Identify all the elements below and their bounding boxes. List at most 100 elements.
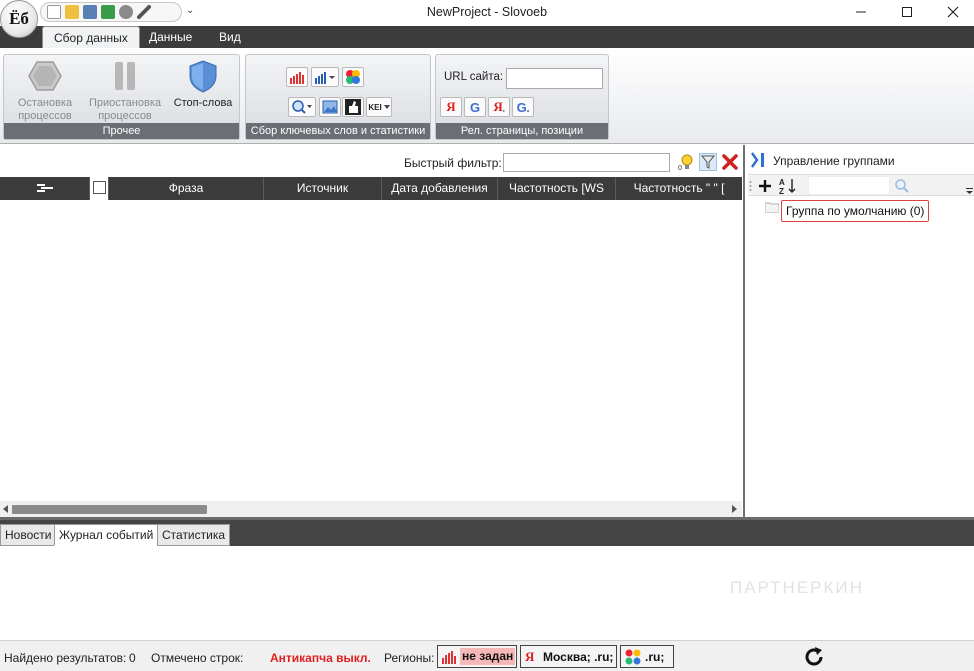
folder-icon (764, 201, 780, 214)
group-panel-title: Управление группами (773, 154, 895, 168)
select-all-checkbox[interactable] (92, 181, 106, 194)
yandex-positions-button[interactable]: Я₀ (488, 97, 510, 117)
clear-filter-button[interactable] (721, 153, 739, 171)
red-bars-icon (290, 72, 304, 84)
blue-bars-icon (315, 72, 335, 84)
quick-filter-label: Быстрый фильтр: (404, 156, 502, 170)
red-bars-icon (442, 651, 456, 664)
region-wordstat[interactable]: не задан (437, 645, 517, 668)
url-input[interactable] (506, 68, 603, 89)
minimize-icon (856, 11, 866, 13)
quick-filter-input[interactable] (503, 153, 670, 172)
scrollbar-thumb[interactable] (12, 505, 207, 514)
pause-icon (115, 62, 135, 90)
scroll-left-icon[interactable] (2, 505, 10, 513)
tab-collect-data[interactable]: Сбор данных (42, 26, 140, 48)
sort-az-icon: A Z (779, 178, 796, 196)
column-chooser-icon (36, 184, 53, 192)
anticaptcha-status[interactable]: Антикапча выкл. (270, 651, 371, 665)
minimize-button[interactable] (838, 0, 884, 24)
refresh-icon[interactable] (802, 645, 826, 669)
svg-text:0: 0 (678, 165, 682, 171)
tree-item-default-group[interactable]: Группа по умолчанию (0) (781, 200, 930, 222)
scroll-right-icon[interactable] (730, 505, 738, 513)
svg-text:Z: Z (779, 187, 784, 195)
region-yandex-value: Москва; .ru; (543, 650, 614, 664)
funnel-icon (700, 155, 716, 169)
region-yandex[interactable]: Я Москва; .ru; (520, 645, 617, 668)
yandex-relevant-button[interactable]: Я (440, 97, 462, 117)
image-stats-button[interactable] (319, 97, 341, 117)
thumbs-up-icon (345, 99, 361, 115)
ribbon-tab-strip: Сбор данных Данные Вид (0, 26, 974, 48)
close-button[interactable] (930, 0, 974, 24)
group-search-input[interactable] (808, 176, 890, 195)
column-frequency-ws[interactable]: Частотность [WS (498, 177, 616, 200)
sort-groups-button[interactable]: A Z (778, 177, 798, 196)
kei-label: KEI (368, 102, 382, 112)
ribbon-group-rel: URL сайта: Я G Я₀ G₀ Рел. страницы, пози… (435, 54, 609, 140)
shield-icon (189, 60, 217, 93)
column-phrase[interactable]: Фраза (109, 177, 264, 200)
add-group-button[interactable] (756, 177, 774, 195)
group-toolbar: A Z (748, 174, 974, 196)
google-positions-button[interactable]: G₀ (512, 97, 534, 117)
competition-button[interactable] (342, 97, 364, 117)
toolbar-grip-icon (749, 181, 752, 191)
google-relevant-button[interactable]: G (464, 97, 486, 117)
stop-processes-button[interactable]: Остановка процессов (8, 59, 82, 123)
colored-dots-icon (346, 70, 360, 84)
search-icon[interactable] (894, 178, 910, 194)
toolbar-overflow-icon[interactable] (966, 188, 973, 194)
wordstat-button[interactable] (286, 67, 308, 87)
kei-button[interactable]: KEI (366, 97, 392, 117)
google-multicolor-icon (625, 649, 641, 665)
red-x-icon (722, 154, 738, 170)
region-google-value: .ru; (645, 650, 665, 664)
horizontal-scrollbar[interactable] (0, 501, 742, 517)
yandex-icon: Я (446, 99, 456, 114)
url-label: URL сайта: (444, 71, 504, 83)
tab-view[interactable]: Вид (208, 26, 252, 48)
advanced-filter-button[interactable] (699, 153, 717, 171)
pause-processes-button[interactable]: Приостановка процессов (86, 59, 164, 123)
chevron-down-icon (383, 105, 390, 109)
ribbon-group-rel-caption: Рел. страницы, позиции (436, 123, 608, 139)
search-suggest-button[interactable] (288, 97, 316, 117)
found-results-label: Найдено результатов: (4, 651, 127, 665)
pause-processes-label: Приостановка процессов (88, 97, 162, 122)
window-title: NewProject - Slovoeb (426, 5, 548, 19)
ribbon-panel: Остановка процессов Приостановка процесс… (0, 48, 974, 144)
grid-header: Фраза Источник Дата добавления Частотнос… (0, 177, 742, 200)
log-tab-strip: Новости Журнал событий Статистика (0, 520, 974, 546)
tab-event-log[interactable]: Журнал событий (54, 524, 159, 546)
ribbon-group-other-caption: Прочее (4, 123, 239, 139)
filter-hint-button[interactable]: 0 (677, 153, 695, 172)
lightbulb-icon: 0 (678, 154, 693, 172)
maximize-icon (902, 7, 912, 17)
stop-words-button[interactable]: Стоп-слова (168, 59, 238, 110)
tab-statistics[interactable]: Статистика (157, 524, 231, 546)
group-management-panel: Управление группами A Z Группа по умолча… (743, 145, 974, 517)
status-bar: Найдено результатов: 0 Отмечено строк: А… (0, 640, 974, 671)
tab-news[interactable]: Новости (0, 524, 57, 546)
collapse-panel-icon[interactable] (751, 152, 767, 168)
column-source[interactable]: Источник (264, 177, 382, 200)
select-all-column[interactable] (90, 177, 109, 200)
tab-data[interactable]: Данные (138, 26, 203, 48)
region-google[interactable]: .ru; (620, 645, 674, 668)
google-icon: G (469, 99, 481, 115)
yandex-icon: Я (525, 649, 535, 664)
yandex-positions-icon: Я₀ (493, 99, 505, 114)
grid-options-column[interactable] (0, 177, 90, 200)
seasonality-button[interactable] (342, 67, 364, 87)
batch-wordstat-button[interactable] (311, 67, 339, 87)
column-frequency-quoted[interactable]: Частотность " " [ (616, 177, 742, 200)
ribbon-group-collect: KEI Сбор ключевых слов и статистики (245, 54, 431, 140)
column-date-added[interactable]: Дата добавления (382, 177, 498, 200)
maximize-button[interactable] (884, 0, 930, 24)
ribbon-group-other: Остановка процессов Приостановка процесс… (3, 54, 240, 140)
plus-icon (759, 180, 771, 192)
app-logo[interactable]: Ёб (0, 0, 38, 38)
watermark-text: ПАРТНЕРКИН (730, 578, 864, 597)
